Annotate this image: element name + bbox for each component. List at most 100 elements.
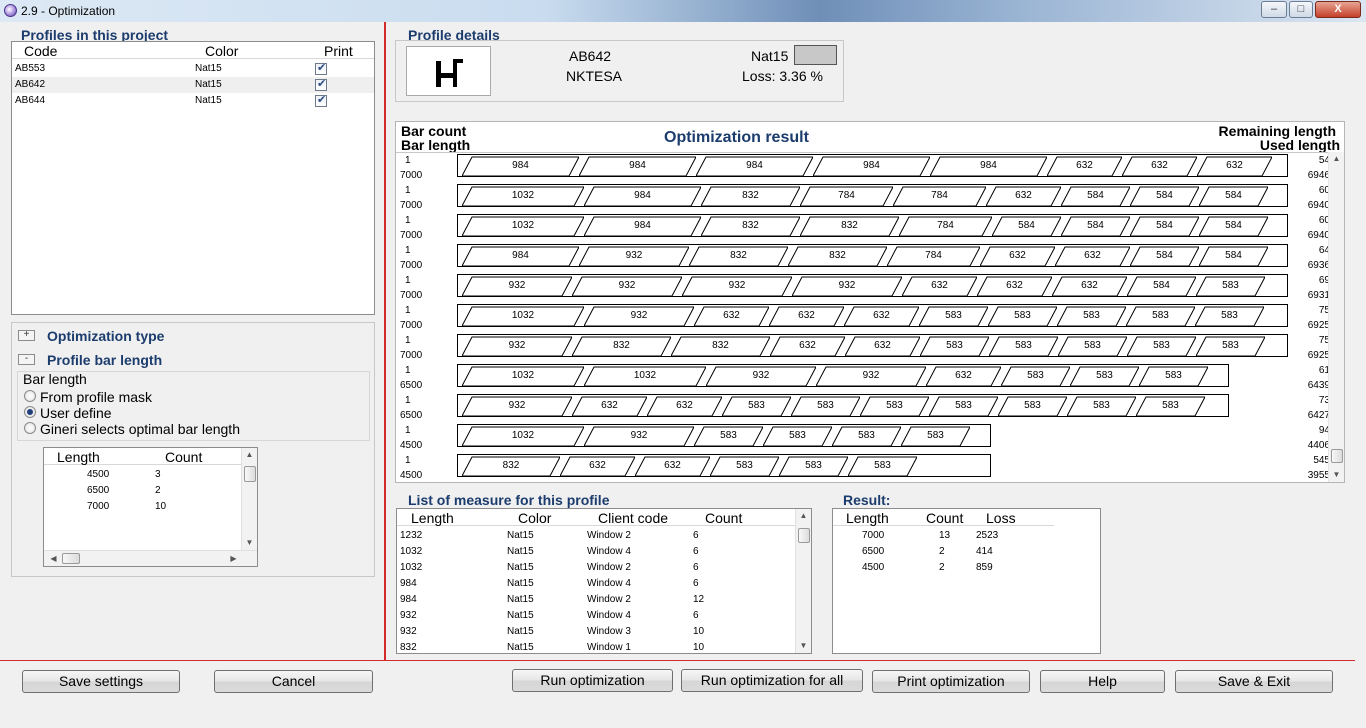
scroll-thumb[interactable] — [1331, 449, 1343, 463]
cut-piece[interactable]: 583 — [1070, 365, 1139, 386]
measure-row[interactable]: 984 Nat15 Window 2 12 — [397, 592, 795, 608]
cut-piece[interactable]: 583 — [1139, 365, 1208, 386]
cut-piece[interactable]: 584 — [1130, 215, 1199, 236]
radio-from-profile-mask-label[interactable]: From profile mask — [40, 389, 152, 405]
scroll-up-icon[interactable]: ▲ — [242, 448, 257, 462]
cut-piece[interactable]: 932 — [706, 365, 816, 386]
cut-piece[interactable]: 632 — [647, 395, 722, 416]
radio-user-define-label[interactable]: User define — [40, 405, 112, 421]
cut-piece[interactable]: 932 — [682, 275, 792, 296]
radio-user-define[interactable] — [24, 406, 36, 418]
col-code[interactable]: Code — [24, 43, 57, 59]
cut-piece[interactable]: 583 — [989, 335, 1058, 356]
cut-piece[interactable]: 583 — [848, 455, 917, 476]
optimization-type-title[interactable]: Optimization type — [47, 328, 164, 344]
stock-bar[interactable]: 932 932 932 932 632 632 632 584 583 — [457, 274, 1288, 297]
cut-piece[interactable]: 583 — [1058, 335, 1127, 356]
cut-piece[interactable]: 632 — [560, 455, 635, 476]
stock-bar[interactable]: 984 932 832 832 784 632 632 584 584 — [457, 244, 1288, 267]
measure-row[interactable]: 932 Nat15 Window 4 6 — [397, 608, 795, 624]
cut-piece[interactable]: 583 — [920, 335, 989, 356]
cut-piece[interactable]: 1032 — [462, 365, 584, 386]
print-checkbox[interactable] — [315, 61, 327, 75]
cut-piece[interactable]: 1032 — [462, 215, 584, 236]
scroll-down-icon[interactable]: ▼ — [796, 639, 811, 653]
col-length[interactable]: Length — [411, 510, 454, 526]
stock-bar[interactable]: 1032 932 632 632 632 583 583 583 583 583 — [457, 304, 1288, 327]
cut-piece[interactable]: 583 — [988, 305, 1057, 326]
maximize-button[interactable]: □ — [1289, 1, 1313, 18]
col-count[interactable]: Count — [926, 510, 963, 526]
cut-piece[interactable]: 1032 — [462, 185, 584, 206]
run-optimization-all-button[interactable]: Run optimization for all — [681, 669, 863, 692]
cut-piece[interactable]: 632 — [902, 275, 977, 296]
cut-piece[interactable]: 583 — [1195, 305, 1264, 326]
optimization-type-toggle[interactable]: + — [18, 330, 35, 341]
measure-row[interactable]: 984 Nat15 Window 4 6 — [397, 576, 795, 592]
save-settings-button[interactable]: Save settings — [22, 670, 180, 693]
cut-piece[interactable]: 583 — [1126, 305, 1195, 326]
profile-row[interactable]: AB553 Nat15 — [12, 61, 374, 77]
cut-piece[interactable]: 632 — [845, 335, 920, 356]
stock-bar[interactable]: 932 832 832 632 632 583 583 583 583 583 — [457, 334, 1288, 357]
cut-piece[interactable]: 583 — [1196, 275, 1265, 296]
close-button[interactable]: X — [1315, 1, 1361, 18]
profile-bar-length-toggle[interactable]: - — [18, 354, 35, 365]
bar-length-vscroll[interactable]: ▲ ▼ — [241, 448, 257, 550]
cut-piece[interactable]: 583 — [722, 395, 791, 416]
stock-bar[interactable]: 1032 984 832 832 784 584 584 584 584 — [457, 214, 1288, 237]
col-count[interactable]: Count — [705, 510, 742, 526]
cut-piece[interactable]: 583 — [710, 455, 779, 476]
cut-piece[interactable]: 832 — [800, 215, 899, 236]
bar-length-hscroll[interactable]: ◀ ▶ — [44, 550, 257, 566]
cut-piece[interactable]: 632 — [694, 305, 769, 326]
measure-row[interactable]: 1032 Nat15 Window 4 6 — [397, 544, 795, 560]
cut-piece[interactable]: 632 — [1047, 155, 1122, 176]
scroll-thumb[interactable] — [798, 528, 810, 543]
result-row[interactable]: 6500 2 414 — [833, 544, 1100, 560]
minimize-button[interactable]: – — [1261, 1, 1287, 18]
cut-piece[interactable]: 584 — [1127, 275, 1196, 296]
cut-piece[interactable]: 583 — [929, 395, 998, 416]
stock-bar[interactable]: 932 632 632 583 583 583 583 583 583 583 — [457, 394, 1229, 417]
cut-piece[interactable]: 984 — [930, 155, 1047, 176]
cut-piece[interactable]: 832 — [572, 335, 671, 356]
cut-piece[interactable]: 832 — [701, 185, 800, 206]
col-length[interactable]: Length — [846, 510, 889, 526]
cut-piece[interactable]: 583 — [1067, 395, 1136, 416]
cut-piece[interactable]: 632 — [1055, 245, 1130, 266]
col-length[interactable]: Length — [57, 449, 100, 465]
cut-piece[interactable]: 583 — [832, 425, 901, 446]
col-loss[interactable]: Loss — [986, 510, 1016, 526]
cut-piece[interactable]: 784 — [887, 245, 980, 266]
profile-bar-length-title[interactable]: Profile bar length — [47, 352, 162, 368]
cut-piece[interactable]: 584 — [1130, 245, 1199, 266]
cut-piece[interactable]: 832 — [462, 455, 560, 476]
cut-piece[interactable]: 584 — [1061, 215, 1130, 236]
measure-row[interactable]: 932 Nat15 Window 3 10 — [397, 624, 795, 640]
stock-bar[interactable]: 1032 932 583 583 583 583 — [457, 424, 991, 447]
cut-piece[interactable]: 632 — [986, 185, 1061, 206]
cut-piece[interactable]: 583 — [860, 395, 929, 416]
cut-piece[interactable]: 632 — [635, 455, 710, 476]
cut-piece[interactable]: 832 — [788, 245, 887, 266]
scroll-left-icon[interactable]: ◀ — [46, 552, 61, 566]
cut-piece[interactable]: 583 — [763, 425, 832, 446]
cut-piece[interactable]: 932 — [462, 395, 572, 416]
stock-bar[interactable]: 1032 1032 932 932 632 583 583 583 — [457, 364, 1229, 387]
cut-piece[interactable]: 784 — [800, 185, 893, 206]
cut-piece[interactable]: 632 — [769, 305, 844, 326]
stock-bar[interactable]: 1032 984 832 784 784 632 584 584 584 — [457, 184, 1288, 207]
col-client-code[interactable]: Client code — [598, 510, 668, 526]
bar-length-row[interactable]: 4500 3 — [44, 467, 241, 483]
radio-gineri-optimal-label[interactable]: Gineri selects optimal bar length — [40, 421, 240, 437]
cut-piece[interactable]: 632 — [1197, 155, 1272, 176]
cut-piece[interactable]: 932 — [816, 365, 926, 386]
cut-piece[interactable]: 932 — [462, 335, 572, 356]
cut-piece[interactable]: 584 — [1199, 245, 1268, 266]
cut-piece[interactable]: 584 — [1199, 215, 1268, 236]
cut-piece[interactable]: 584 — [1199, 185, 1268, 206]
cut-piece[interactable]: 832 — [689, 245, 788, 266]
cut-piece[interactable]: 632 — [1122, 155, 1197, 176]
cut-piece[interactable]: 583 — [1136, 395, 1205, 416]
